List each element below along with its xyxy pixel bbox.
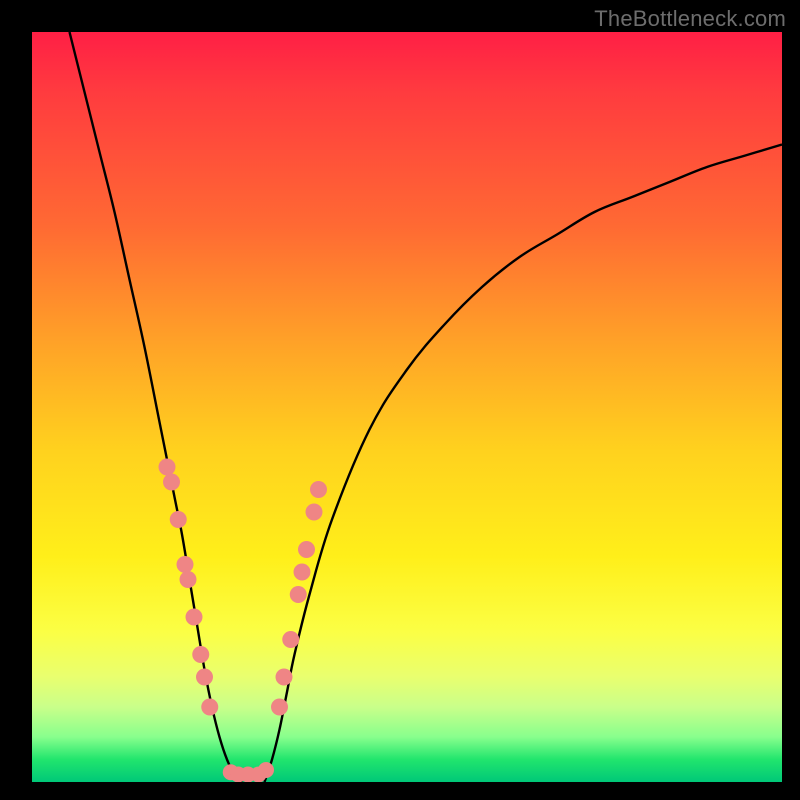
data-marker xyxy=(310,481,327,498)
data-marker xyxy=(170,511,187,528)
data-marker xyxy=(276,669,293,686)
data-marker xyxy=(196,669,213,686)
data-marker xyxy=(201,699,218,716)
data-marker xyxy=(290,586,307,603)
data-marker xyxy=(163,474,180,491)
data-marker xyxy=(298,541,315,558)
data-marker xyxy=(186,609,203,626)
right-branch-curve xyxy=(265,145,783,783)
data-marker xyxy=(282,631,299,648)
data-marker xyxy=(306,504,323,521)
data-marker xyxy=(180,571,197,588)
curves-svg xyxy=(32,32,782,782)
data-marker xyxy=(294,564,311,581)
data-marker xyxy=(177,556,194,573)
left-branch-curve xyxy=(70,32,243,782)
chart-stage: TheBottleneck.com xyxy=(0,0,800,800)
data-marker xyxy=(192,646,209,663)
data-marker xyxy=(271,699,288,716)
data-marker xyxy=(159,459,176,476)
watermark-text: TheBottleneck.com xyxy=(594,6,786,32)
plot-area xyxy=(32,32,782,782)
data-marker xyxy=(258,762,274,778)
